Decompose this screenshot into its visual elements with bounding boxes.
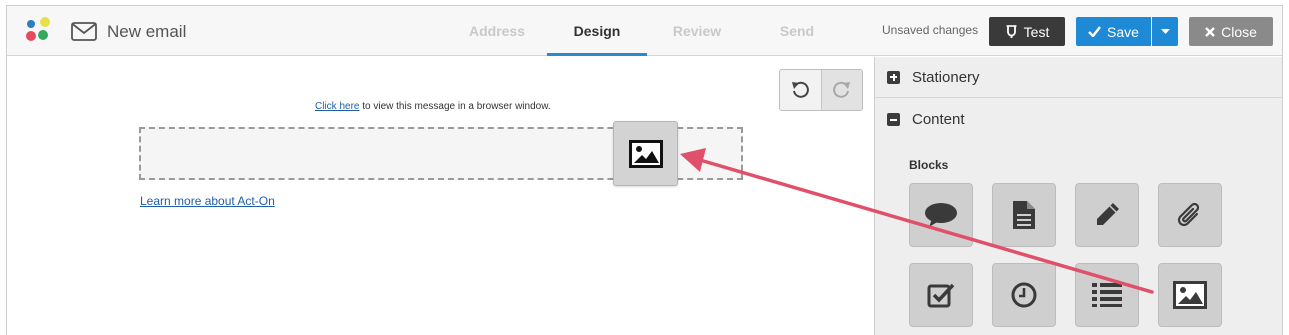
save-options-button[interactable]	[1152, 17, 1178, 46]
dragged-image-block[interactable]	[613, 121, 678, 186]
save-button[interactable]: Save	[1076, 17, 1151, 46]
tab-design[interactable]: Design	[547, 6, 647, 56]
app-logo-icon	[26, 17, 50, 41]
collapse-icon	[887, 113, 900, 126]
blocks-heading: Blocks	[909, 158, 949, 172]
undo-icon	[792, 81, 810, 98]
document-icon	[1013, 201, 1035, 229]
block-attachment[interactable]	[1158, 183, 1222, 247]
envelope-icon	[71, 22, 97, 41]
block-time[interactable]	[992, 263, 1056, 327]
right-panel: Stationery Content Blocks	[874, 57, 1282, 335]
checkbox-icon	[927, 283, 955, 308]
browser-view-line: Click here to view this message in a bro…	[315, 101, 551, 112]
stationery-label: Stationery	[912, 68, 980, 86]
undo-redo-group	[779, 69, 863, 111]
browser-view-link[interactable]: Click here	[315, 101, 359, 112]
test-button[interactable]: Test	[989, 17, 1065, 46]
unsaved-status: Unsaved changes	[882, 23, 979, 37]
stationery-section-header[interactable]: Stationery	[875, 57, 1282, 98]
image-icon	[628, 139, 663, 168]
page-title: New email	[107, 22, 187, 41]
step-tabs: Address Design Review Send	[447, 6, 847, 56]
email-composer: New email Address Design Review Send Uns…	[6, 5, 1283, 335]
tab-review[interactable]: Review	[647, 6, 747, 56]
close-icon	[1205, 26, 1215, 37]
pencil-icon	[1097, 203, 1119, 225]
paperclip-icon	[1177, 202, 1200, 227]
undo-button[interactable]	[780, 70, 821, 110]
content-label: Content	[912, 111, 965, 128]
list-icon	[1092, 283, 1122, 307]
block-list[interactable]	[1075, 263, 1139, 327]
content-section-header[interactable]: Content	[875, 99, 1282, 140]
speech-bubble-icon	[925, 203, 957, 227]
browser-view-text: to view this message in a browser window…	[359, 101, 551, 112]
close-button-label: Close	[1221, 23, 1257, 40]
save-button-label: Save	[1107, 23, 1139, 40]
flask-icon	[1006, 24, 1017, 38]
caret-down-icon	[1160, 28, 1170, 34]
block-document[interactable]	[992, 183, 1056, 247]
check-icon	[1088, 26, 1101, 37]
block-edit[interactable]	[1075, 183, 1139, 247]
redo-icon	[833, 81, 850, 98]
learn-more-link[interactable]: Learn more about Act-On	[140, 194, 275, 208]
block-checkbox[interactable]	[909, 263, 973, 327]
tab-address[interactable]: Address	[447, 6, 547, 56]
test-button-label: Test	[1023, 23, 1050, 40]
redo-button[interactable]	[820, 70, 862, 110]
block-text[interactable]	[909, 183, 973, 247]
clock-icon	[1011, 282, 1037, 308]
design-canvas: Click here to view this message in a bro…	[7, 57, 873, 335]
tab-send[interactable]: Send	[747, 6, 847, 56]
image-icon	[1173, 281, 1207, 309]
close-button[interactable]: Close	[1189, 17, 1273, 46]
expand-icon	[887, 70, 900, 84]
block-image[interactable]	[1158, 263, 1222, 327]
top-header: New email Address Design Review Send Uns…	[7, 6, 1282, 56]
